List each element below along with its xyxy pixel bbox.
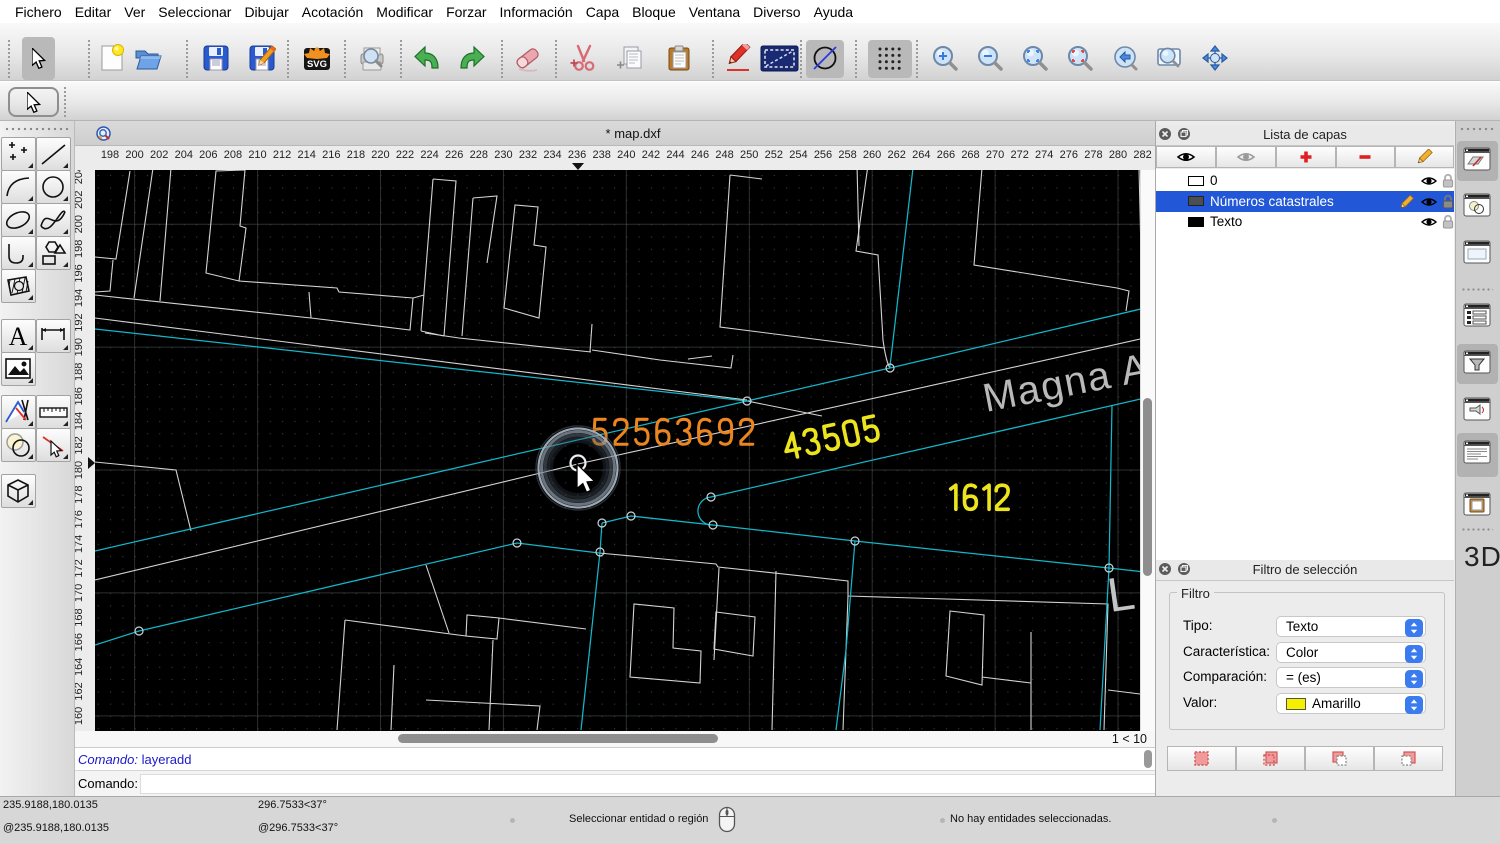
svg-text:270: 270 <box>986 149 1004 161</box>
svg-text:240: 240 <box>617 149 635 161</box>
svg-text:252: 252 <box>765 149 783 161</box>
svg-text:200: 200 <box>75 215 85 233</box>
svg-text:260: 260 <box>863 149 881 161</box>
svg-text:238: 238 <box>593 149 611 161</box>
svg-text:192: 192 <box>75 313 85 331</box>
svg-text:202: 202 <box>75 191 85 209</box>
svg-text:208: 208 <box>224 149 242 161</box>
svg-text:160: 160 <box>75 707 85 725</box>
svg-text:268: 268 <box>961 149 979 161</box>
svg-text:266: 266 <box>937 149 955 161</box>
svg-text:232: 232 <box>519 149 537 161</box>
svg-text:228: 228 <box>470 149 488 161</box>
svg-text:196: 196 <box>75 264 85 282</box>
svg-text:198: 198 <box>75 240 85 258</box>
svg-text:276: 276 <box>1060 149 1078 161</box>
svg-text:SVG: SVG <box>307 59 327 70</box>
svg-text:A: A <box>9 322 28 351</box>
svg-text:162: 162 <box>75 682 85 700</box>
svg-text:174: 174 <box>75 535 85 553</box>
svg-text:278: 278 <box>1084 149 1102 161</box>
svg-text:176: 176 <box>75 510 85 528</box>
svg-text:202: 202 <box>150 149 168 161</box>
svg-text:180: 180 <box>75 461 85 479</box>
svg-text:184: 184 <box>75 412 85 430</box>
svg-text:226: 226 <box>445 149 463 161</box>
svg-text:214: 214 <box>298 149 316 161</box>
svg-text:224: 224 <box>420 149 438 161</box>
svg-text:190: 190 <box>75 338 85 356</box>
svg-text:272: 272 <box>1011 149 1029 161</box>
svg-text:236: 236 <box>568 149 586 161</box>
svg-text:170: 170 <box>75 584 85 602</box>
svg-text:218: 218 <box>347 149 365 161</box>
svg-text:282: 282 <box>1133 149 1151 161</box>
svg-text:178: 178 <box>75 486 85 504</box>
svg-text:200: 200 <box>125 149 143 161</box>
svg-text:198: 198 <box>101 149 119 161</box>
svg-text:256: 256 <box>814 149 832 161</box>
svg-text:244: 244 <box>666 149 684 161</box>
svg-text:168: 168 <box>75 608 85 626</box>
svg-text:258: 258 <box>838 149 856 161</box>
svg-text:248: 248 <box>715 149 733 161</box>
svg-text:254: 254 <box>789 149 807 161</box>
svg-text:166: 166 <box>75 633 85 651</box>
svg-text:204: 204 <box>175 149 193 161</box>
svg-text:234: 234 <box>543 149 561 161</box>
svg-text:262: 262 <box>888 149 906 161</box>
svg-text:220: 220 <box>371 149 389 161</box>
svg-text:212: 212 <box>273 149 291 161</box>
svg-text:280: 280 <box>1109 149 1127 161</box>
svg-text:246: 246 <box>691 149 709 161</box>
svg-text:188: 188 <box>75 363 85 381</box>
svg-text:250: 250 <box>740 149 758 161</box>
svg-text:172: 172 <box>75 559 85 577</box>
svg-text:164: 164 <box>75 658 85 676</box>
svg-text:222: 222 <box>396 149 414 161</box>
svg-text:206: 206 <box>199 149 217 161</box>
svg-text:216: 216 <box>322 149 340 161</box>
svg-text:186: 186 <box>75 387 85 405</box>
svg-text:230: 230 <box>494 149 512 161</box>
svg-text:264: 264 <box>912 149 930 161</box>
svg-text:204: 204 <box>75 170 85 184</box>
svg-text:182: 182 <box>75 436 85 454</box>
svg-text:274: 274 <box>1035 149 1053 161</box>
svg-text:210: 210 <box>248 149 266 161</box>
svg-text:242: 242 <box>642 149 660 161</box>
svg-text:194: 194 <box>75 289 85 307</box>
